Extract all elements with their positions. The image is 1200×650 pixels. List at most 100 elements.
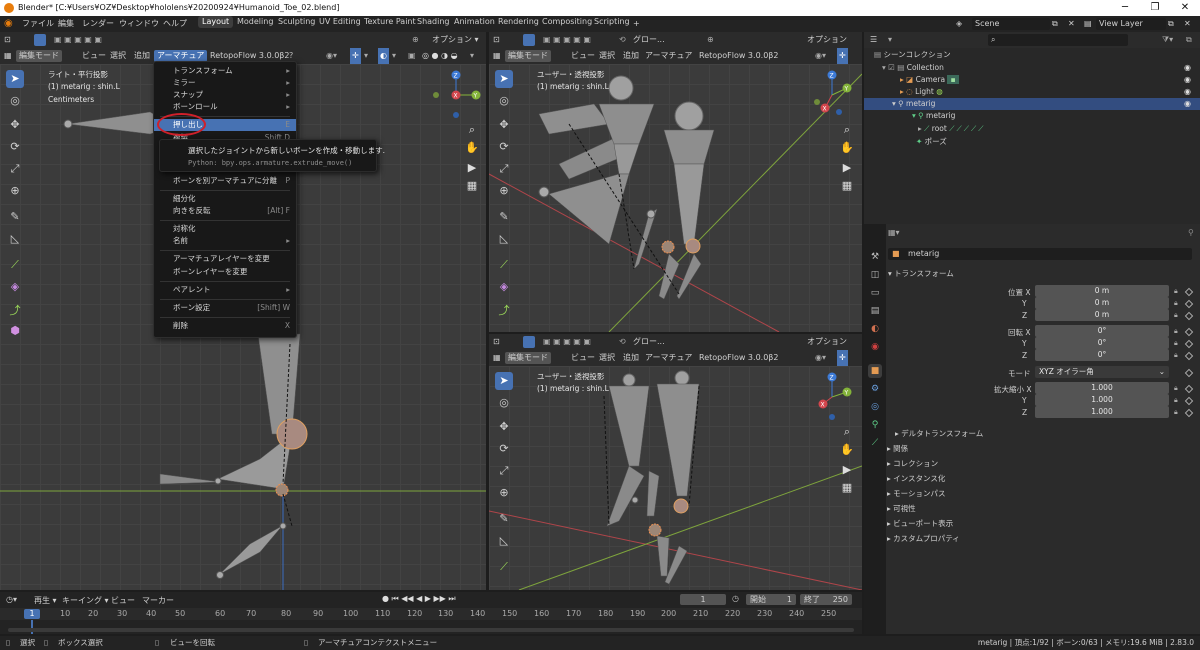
tab-shading[interactable]: Shading xyxy=(413,16,454,28)
measure-tool-icon[interactable]: ◺ xyxy=(6,230,24,248)
object-tab-icon[interactable]: ■ xyxy=(868,364,882,378)
editor-type-icon[interactable]: ▦ xyxy=(493,350,501,366)
transform-tool-icon[interactable]: ⊕ xyxy=(495,182,513,200)
keying-menu[interactable]: キーイング ▾ xyxy=(62,595,109,606)
lock-icon[interactable]: 🔒︎ xyxy=(1174,287,1182,295)
gizmo-dropdown-icon[interactable]: ▾ xyxy=(364,48,368,64)
panel-collections[interactable]: ▸ コレクション xyxy=(887,458,938,469)
zoom-icon[interactable]: ⌕ xyxy=(839,122,855,138)
current-frame-field[interactable]: 1 xyxy=(680,594,726,605)
move-tool-icon[interactable]: ✥ xyxy=(6,116,24,134)
tab-animation[interactable]: Animation xyxy=(450,16,499,28)
filter-icon[interactable]: ⧩▾ xyxy=(1162,32,1173,48)
tab-compositing[interactable]: Compositing xyxy=(538,16,596,28)
scale-y-field[interactable]: 1.000 xyxy=(1035,394,1169,406)
transform-pivot-icon[interactable]: ⊕ xyxy=(412,32,419,48)
outliner-root-bone[interactable]: ▸ ⟋ root ⟋⟋⟋⟋⟋ xyxy=(918,123,985,135)
tab-rendering[interactable]: Rendering xyxy=(494,16,543,28)
location-z-field[interactable]: 0 m xyxy=(1035,309,1169,321)
scale-tool-icon[interactable]: ⤢ xyxy=(6,160,24,178)
lock-icon[interactable]: 🔒︎ xyxy=(1174,351,1182,359)
menu-item-bone-settings[interactable]: ボーン設定 [Shift] W xyxy=(154,302,296,314)
select-mode-icons[interactable]: ▣ ▣ ▣ ▣ ▣ xyxy=(543,334,591,350)
navigation-gizmo[interactable]: Z Y X xyxy=(807,70,857,120)
display-mode-icon[interactable]: ▾ xyxy=(888,32,892,48)
menu-help[interactable]: ヘルプ xyxy=(163,16,187,32)
menu-item-symmetrize[interactable]: 対称化 xyxy=(154,223,296,235)
timeline-scrollbar[interactable] xyxy=(8,628,854,632)
timeline-view-menu[interactable]: ビュー xyxy=(111,595,135,606)
select-box-tool-icon[interactable] xyxy=(523,336,535,348)
menu-item-delete[interactable]: 削除 X xyxy=(154,320,296,332)
tab-sculpting[interactable]: Sculpting xyxy=(274,16,319,28)
mode-selector[interactable]: 編集モード xyxy=(505,352,551,364)
maximize-icon[interactable]: ❐ xyxy=(1140,0,1170,16)
pan-hand-icon[interactable]: ✋ xyxy=(839,140,855,156)
transform-pivot-icon[interactable]: ⊕ xyxy=(707,32,714,48)
start-frame-field[interactable]: 開始 1 xyxy=(746,594,796,605)
world-tab-icon[interactable]: ◉ xyxy=(868,340,882,354)
outliner-camera[interactable]: ▸ ◪ Camera ▪ xyxy=(900,74,959,86)
editor-type-icon[interactable]: ⊡ xyxy=(493,32,500,48)
scale-tool-icon[interactable]: ⤢ xyxy=(495,160,513,178)
timeline-editor-icon[interactable]: ◷▾ xyxy=(6,595,17,604)
menu-item-snap[interactable]: スナップ ▸ xyxy=(154,89,296,101)
bone-envelope-icon[interactable]: ⬢ xyxy=(6,322,24,340)
delete-view-layer-icon[interactable]: ✕ xyxy=(1184,16,1191,32)
camera-view-icon[interactable]: ▶ xyxy=(839,160,855,176)
rotation-mode-select[interactable]: XYZ オイラー角 ⌄ xyxy=(1035,366,1169,378)
modifiers-tab-icon[interactable]: ⚙ xyxy=(868,382,882,396)
location-x-field[interactable]: 0 m xyxy=(1035,285,1169,297)
select-tool-icon[interactable]: ➤ xyxy=(495,372,513,390)
transform-panel-header[interactable]: ▾ トランスフォーム xyxy=(888,268,954,279)
menu-edit[interactable]: 編集 xyxy=(58,16,74,32)
visibility-eye-icons[interactable]: ◉ ◉ ◉ ◉ xyxy=(1184,62,1191,110)
bone-roll-icon[interactable]: ⟋ xyxy=(6,256,24,274)
new-scene-icon[interactable]: ⧉ xyxy=(1052,16,1058,32)
clock-icon[interactable]: ◷ xyxy=(732,594,739,603)
output-tab-icon[interactable]: ▭ xyxy=(868,286,882,300)
menu-retopoflow[interactable]: RetopoFlow 3.0.0β2 xyxy=(699,350,778,366)
frame-ruler[interactable]: 1 10 20 30 40 50 60 70 80 90 100 110 120… xyxy=(0,608,862,620)
outliner-metarig[interactable]: ▾ ⚲ metarig xyxy=(864,98,1200,110)
panel-motion-paths[interactable]: ▸ モーションパス xyxy=(887,488,946,499)
menu-view[interactable]: ビュー xyxy=(571,350,595,366)
lock-icon[interactable]: 🔒︎ xyxy=(1174,339,1182,347)
menu-item-separate-bones[interactable]: ボーンを別アーマチュアに分離 P xyxy=(154,175,296,187)
lock-icon[interactable]: 🔒︎ xyxy=(1174,384,1182,392)
extrude-tool-icon[interactable]: ⤴ xyxy=(495,302,513,320)
menu-armature[interactable]: アーマチュア xyxy=(645,48,692,64)
playback-controls[interactable]: ● ⏮ ◀◀ ◀ ▶ ▶▶ ⏭ xyxy=(382,594,456,604)
menu-item-mirror[interactable]: ミラー ▸ xyxy=(154,77,296,89)
scale-x-field[interactable]: 1.000 xyxy=(1035,382,1169,394)
mode-selector[interactable]: 編集モード xyxy=(505,50,551,62)
bone-roll-icon[interactable]: ⟋ xyxy=(495,558,513,576)
object-name-field[interactable]: ■ metarig xyxy=(888,248,1192,260)
panel-relations[interactable]: ▸ 関係 xyxy=(887,443,908,454)
view-layer-icon[interactable]: ▤ xyxy=(1084,16,1092,32)
tool-tab-icon[interactable]: ⚒ xyxy=(868,250,882,264)
bone-tab-icon[interactable]: ⟋ xyxy=(868,436,882,450)
menu-view[interactable]: ビュー xyxy=(82,48,106,64)
bone-roll-icon[interactable]: ⟋ xyxy=(495,256,513,274)
blender-menu-icon[interactable]: ◉ xyxy=(4,16,13,32)
outliner-scene-collection[interactable]: ▤ シーンコレクション xyxy=(874,49,951,61)
select-box-tool-icon[interactable] xyxy=(34,34,46,46)
camera-view-icon[interactable]: ▶ xyxy=(464,160,480,176)
annotate-tool-icon[interactable]: ✎ xyxy=(6,208,24,226)
playhead-frame[interactable]: 1 xyxy=(24,609,40,619)
panel-custom-properties[interactable]: ▸ カスタムプロパティ xyxy=(887,533,960,544)
rotate-tool-icon[interactable]: ⟳ xyxy=(6,138,24,156)
menu-render[interactable]: レンダー xyxy=(82,16,114,32)
menu-item-parent[interactable]: ペアレント ▸ xyxy=(154,284,296,296)
lock-icon[interactable]: 🔒︎ xyxy=(1174,396,1182,404)
select-tool-icon[interactable]: ➤ xyxy=(495,70,513,88)
menu-item-subdivide[interactable]: 細分化 xyxy=(154,193,296,205)
pan-hand-icon[interactable]: ✋ xyxy=(464,140,480,156)
end-frame-field[interactable]: 終了 250 xyxy=(800,594,852,605)
menu-view[interactable]: ビュー xyxy=(571,48,595,64)
rotate-tool-icon[interactable]: ⟳ xyxy=(495,138,513,156)
lock-icon[interactable]: 🔒︎ xyxy=(1174,327,1182,335)
navigation-gizmo[interactable]: Z Y X xyxy=(431,70,481,120)
minimize-icon[interactable]: ─ xyxy=(1110,0,1140,16)
